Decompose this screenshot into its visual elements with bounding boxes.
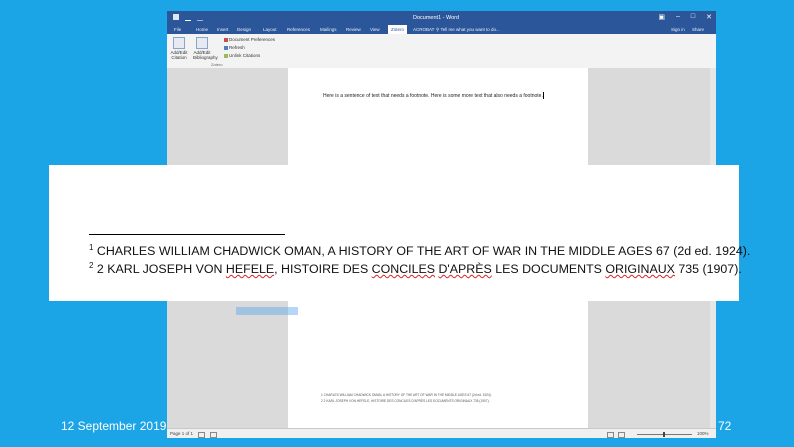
footnote-1-text: CHARLES WILLIAM CHADWICK OMAN, A HISTORY… [96,244,751,259]
save-icon[interactable] [173,14,179,20]
footnote-2-pre: 2 KARL JOSEPH VON [96,262,226,277]
zoomed-footnotes-callout: 1 CHARLES WILLIAM CHADWICK OMAN, A HISTO… [49,165,750,301]
text-cursor [542,92,544,99]
footnote-separator [89,234,285,235]
add-edit-citation-button[interactable]: Add/Edit Citation [170,37,188,60]
tab-insert[interactable]: Insert [217,27,228,32]
refresh-label: Refresh [229,45,245,50]
page-footnote-1: 1 CHARLES WILLIAM CHADWICK OMAN, A HISTO… [321,393,492,397]
citation-icon [173,37,185,49]
body-paragraph[interactable]: Here is a sentence of text that needs a … [323,92,544,99]
document-preferences-label: Document Preferences [229,37,276,42]
ribbon-group-label: Zotero [211,62,223,67]
footnote-2: 2 2 KARL JOSEPH VON HEFELE, HISTOIRE DES… [89,261,742,276]
add-edit-citation-label: Add/Edit Citation [170,50,188,60]
bibliography-icon [196,37,208,49]
status-bar: Page 1 of 1 100% [167,428,716,438]
unlink-icon [224,53,228,58]
footnote-1-number: 1 [89,243,94,252]
footnote-2-mid3: LES DOCUMENTS [491,262,606,277]
footnote-2-number: 2 [89,261,94,270]
macro-icon[interactable] [210,432,217,438]
add-edit-bibliography-button[interactable]: Add/Edit Bibliography [193,37,218,60]
slide-date: 12 September 2019 [61,419,167,433]
document-preferences-button[interactable]: Document Preferences [224,37,275,42]
add-edit-bibliography-label: Add/Edit Bibliography [193,50,218,60]
spelling-mark-hefele: HEFELE [225,262,275,277]
document-title: Document1 - Word [413,15,460,21]
refresh-button[interactable]: Refresh [224,45,245,50]
unlink-citations-button[interactable]: Unlink Citations [224,53,260,58]
quick-access-toolbar [173,14,203,21]
maximize-button[interactable]: □ [691,13,695,21]
refresh-icon [224,45,228,50]
body-text: Here is a sentence of text that needs a … [323,92,543,99]
page-count: Page 1 of 1 [170,431,194,436]
tab-mailings[interactable]: Mailings [320,27,337,32]
tab-layout[interactable]: Layout [263,27,277,32]
tab-references[interactable]: References [287,27,310,32]
unlink-citations-label: Unlink Citations [229,53,261,58]
tab-file[interactable]: File [174,27,181,32]
preferences-icon [224,37,228,42]
title-bar: Document1 - Word ▣ – □ ✕ [167,11,716,25]
share-button[interactable]: Share [692,27,704,32]
zoom-slider-thumb[interactable] [663,432,665,437]
minimize-button[interactable]: – [676,13,680,21]
proofing-icon[interactable] [198,432,205,438]
tell-me-label: Tell me what you want to do... [440,27,500,32]
footnote-2-post: 735 (1907). [674,262,742,277]
faint-highlight [236,307,298,315]
read-mode-icon[interactable] [607,432,614,438]
ribbon-display-icon[interactable]: ▣ [658,13,665,21]
spelling-mark-dapres: D'APRÈS [438,262,492,277]
undo-icon[interactable] [185,14,191,21]
tab-acrobat[interactable]: ACROBAT [413,27,434,32]
spelling-mark-originaux: ORIGINAUX [605,262,675,277]
tab-home[interactable]: Home [196,27,208,32]
zoom-level[interactable]: 100% [697,431,709,436]
spelling-mark-conciles: CONCILES [371,262,436,277]
footnote-2-mid1: , HISTOIRE DES [274,262,372,277]
close-button[interactable]: ✕ [706,13,712,21]
tell-me-search[interactable]: ⚲ Tell me what you want to do... [436,27,500,33]
redo-icon[interactable] [197,14,203,21]
footnote-1: 1 CHARLES WILLIAM CHADWICK OMAN, A HISTO… [89,243,750,258]
slide-number: 72 [718,419,732,433]
tab-zotero[interactable]: Zotero [388,25,408,34]
print-layout-icon[interactable] [618,432,625,438]
tab-review[interactable]: Review [346,27,361,32]
ribbon: Add/Edit Citation Add/Edit Bibliography … [167,34,716,69]
page-footnote-2: 2 2 KARL JOSEPH VON HEFELE, HISTOIRE DES… [321,399,490,403]
tab-view[interactable]: View [370,27,380,32]
tab-design[interactable]: Design [237,27,251,32]
window-controls: ▣ – □ ✕ [658,13,712,21]
sign-in-link[interactable]: Sign in [671,27,685,32]
ribbon-tabs: File Home Insert Design Layout Reference… [167,25,716,34]
